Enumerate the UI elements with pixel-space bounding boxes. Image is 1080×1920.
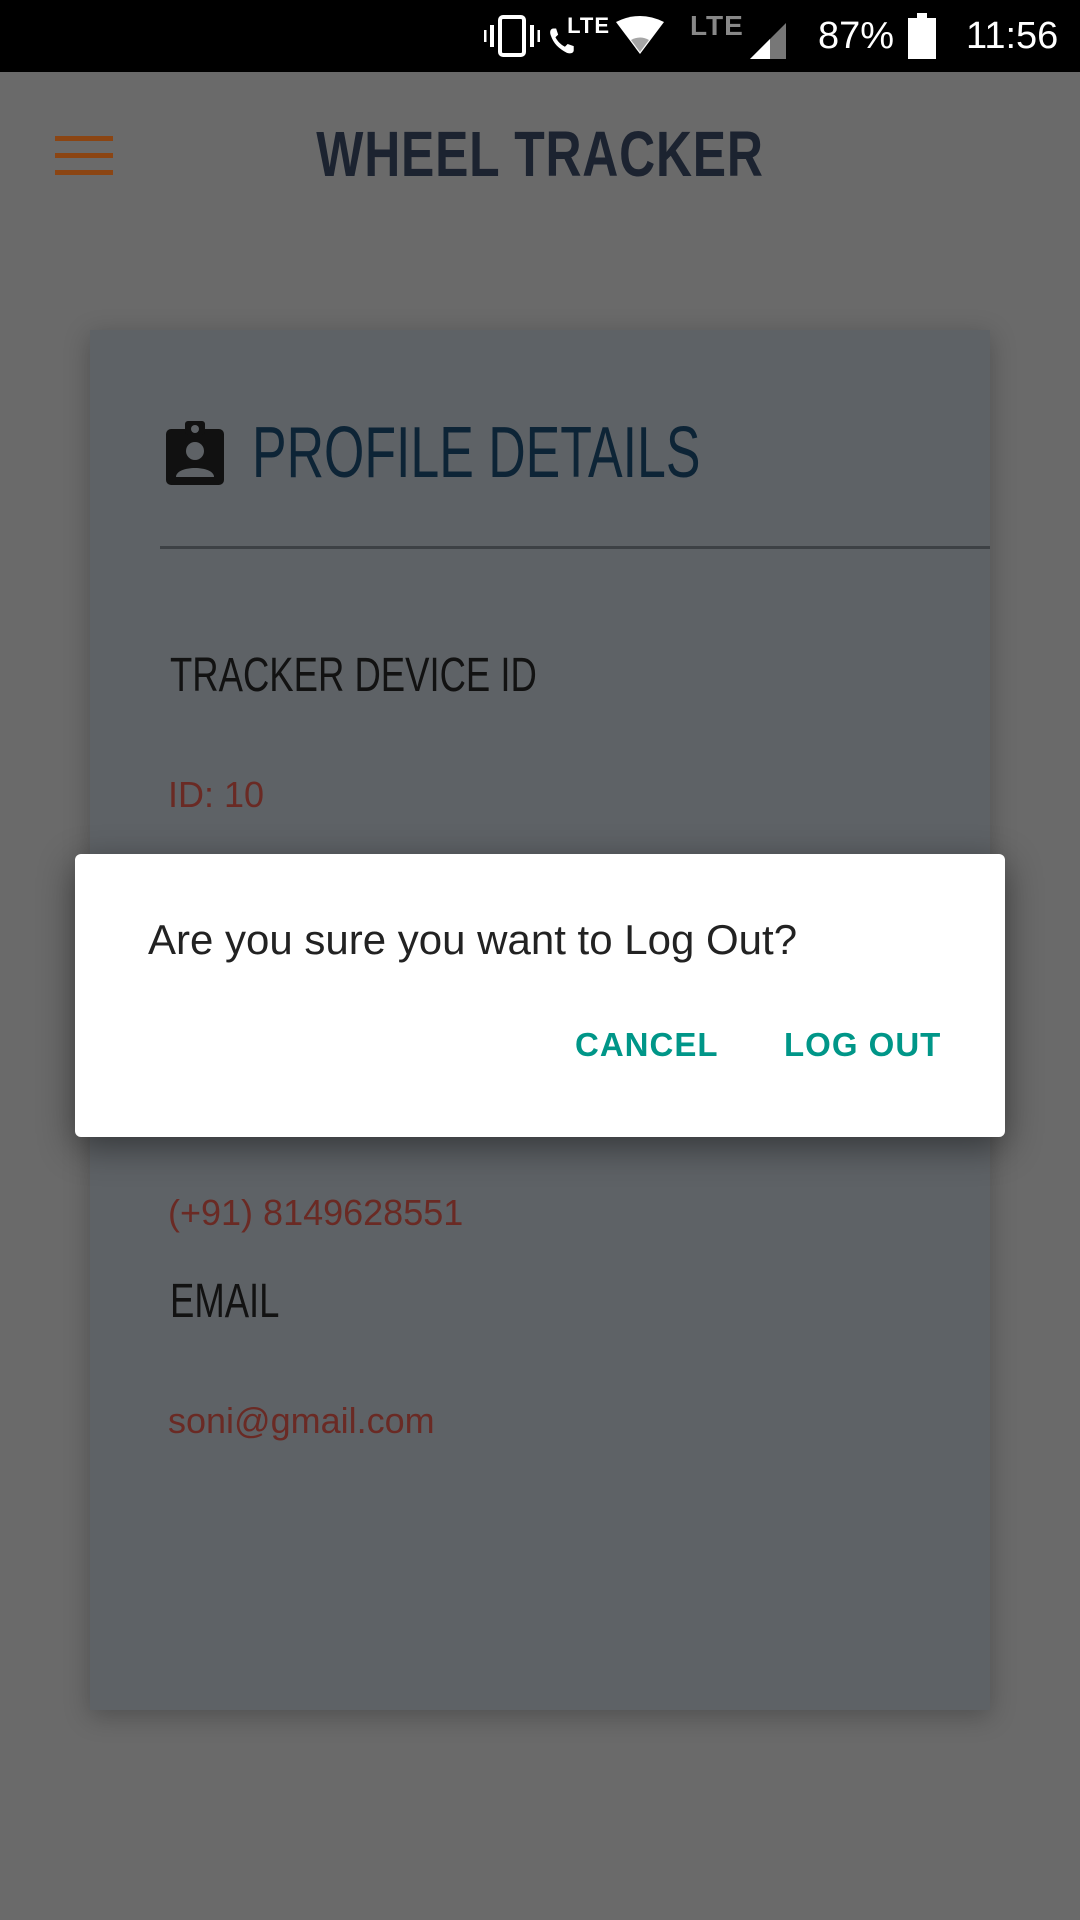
app-bar: WHEEL TRACKER [0, 72, 1080, 240]
cellular-signal-icon [748, 0, 792, 72]
status-bar: LTE LTE 87% 11:56 [0, 0, 1080, 72]
device-id-label: TRACKER DEVICE ID [170, 649, 537, 702]
clock: 11:56 [966, 14, 1059, 57]
lte-small-label: LTE [567, 13, 610, 38]
device-id-value: ID: 10 [168, 774, 265, 815]
battery-icon [908, 0, 936, 72]
email-value: soni@gmail.com [168, 1400, 435, 1441]
cancel-button[interactable]: CANCEL [567, 1022, 727, 1068]
hamburger-menu-icon [55, 136, 113, 175]
battery-percent: 87% [818, 14, 895, 57]
card-divider [160, 546, 990, 549]
card-title: PROFILE DETAILS [252, 413, 701, 493]
vibrate-icon [484, 0, 540, 72]
wifi-icon [614, 0, 668, 72]
assignment-ind-icon [166, 421, 224, 485]
menu-button[interactable] [40, 112, 128, 200]
card-header: PROFILE DETAILS [166, 412, 875, 494]
dialog-message: Are you sure you want to Log Out? [148, 916, 798, 963]
phone-value: (+91) 8149628551 [168, 1192, 464, 1233]
wifi-calling-icon: LTE [548, 0, 610, 72]
email-label: EMAIL [170, 1275, 280, 1328]
lte-large-label: LTE [690, 10, 744, 41]
logout-dialog: Are you sure you want to Log Out? CANCEL… [75, 854, 1005, 1137]
logout-button[interactable]: LOG OUT [776, 1022, 949, 1068]
app-title: WHEEL TRACKER [316, 118, 764, 190]
